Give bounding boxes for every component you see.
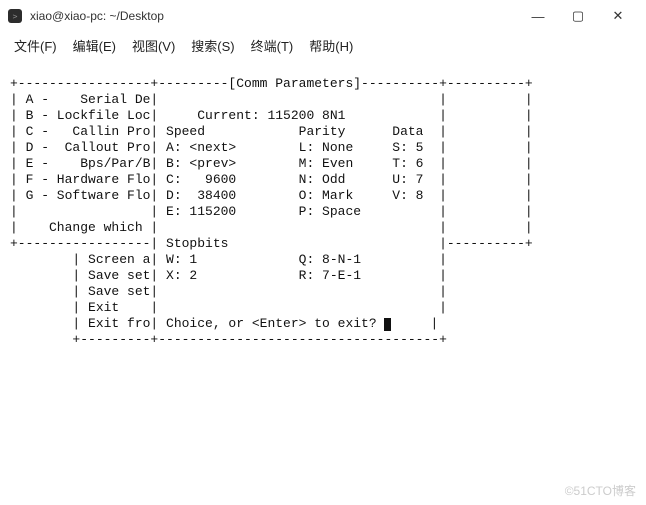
line-f: | F - Hardware Flo| C: 9600 N: Odd U: 7 … [10,172,533,187]
line-border-top: +-----------------+---------[Comm Parame… [10,76,533,91]
menu-terminal[interactable]: 终端(T) [243,34,302,57]
line-save2: | Save set| | [10,284,447,299]
menu-bar: 文件(F) 编辑(E) 视图(V) 搜索(S) 终端(T) 帮助(H) [0,32,646,58]
line-exitfro-left: | Exit fro| Choice, or <Enter> to exit? [10,316,384,331]
line-a: | A - Serial De| | | [10,92,533,107]
line-e: | E - Bps/Par/B| B: <prev> M: Even T: 6 … [10,156,533,171]
close-button[interactable]: ✕ [598,2,638,30]
titlebar: xiao@xiao-pc: ~/Desktop — ▢ ✕ [0,0,646,32]
line-border-bot: +---------+-----------------------------… [10,332,447,347]
menu-view[interactable]: 视图(V) [124,34,183,57]
line-b: | B - Lockfile Loc| Current: 115200 8N1 … [10,108,533,123]
menu-file[interactable]: 文件(F) [6,34,65,57]
line-exitfro-right: | [391,316,438,331]
terminal-icon [8,9,22,23]
menu-help[interactable]: 帮助(H) [301,34,361,57]
watermark: ©51CTO博客 [565,482,636,499]
terminal-content[interactable]: +-----------------+---------[Comm Parame… [0,58,646,350]
line-screen: | Screen a| W: 1 Q: 8-N-1 | [10,252,447,267]
line-e2: | | E: 115200 P: Space | | [10,204,533,219]
line-d: | D - Callout Pro| A: <next> L: None S: … [10,140,533,155]
minimize-button[interactable]: — [518,2,558,30]
line-c: | C - Callin Pro| Speed Parity Data | | [10,124,533,139]
line-sep: +-----------------| Stopbits |----------… [10,236,533,251]
line-exit: | Exit | | [10,300,447,315]
window-title: xiao@xiao-pc: ~/Desktop [30,9,518,23]
maximize-button[interactable]: ▢ [558,2,598,30]
menu-edit[interactable]: 编辑(E) [65,34,124,57]
line-g: | G - Software Flo| D: 38400 O: Mark V: … [10,188,533,203]
line-change: | Change which | | | [10,220,533,235]
menu-search[interactable]: 搜索(S) [183,34,242,57]
line-save1: | Save set| X: 2 R: 7-E-1 | [10,268,447,283]
